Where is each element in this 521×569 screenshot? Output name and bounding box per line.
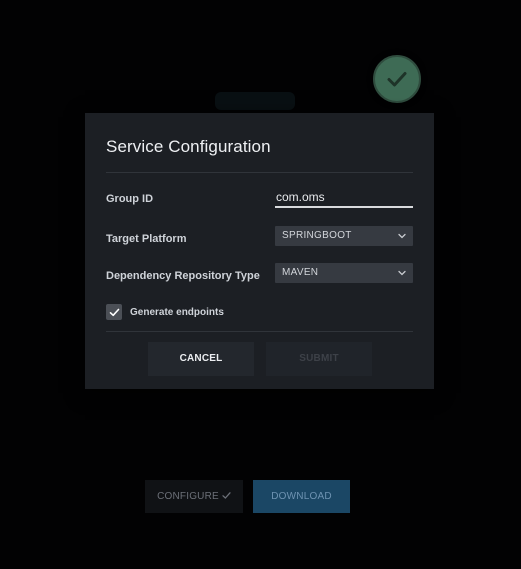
success-check-icon [373, 55, 421, 103]
configure-button[interactable]: CONFIGURE [145, 480, 243, 513]
download-button[interactable]: DOWNLOAD [253, 480, 350, 513]
background-highlight [215, 92, 295, 110]
screen: { "dialog": { "title": "Service Configur… [0, 0, 521, 569]
repo-type-value: MAVEN [282, 267, 319, 278]
dialog-title: Service Configuration [106, 137, 271, 156]
title-divider [106, 172, 413, 173]
check-icon [387, 72, 407, 87]
configure-label: CONFIGURE [157, 491, 219, 502]
check-icon [109, 308, 119, 316]
check-icon [222, 492, 231, 499]
generate-endpoints-option[interactable]: Generate endpoints [106, 304, 224, 320]
group-id-label: Group ID [106, 193, 154, 205]
generate-endpoints-checkbox[interactable] [106, 304, 122, 320]
generate-endpoints-label: Generate endpoints [130, 306, 224, 318]
actions-divider [106, 331, 413, 332]
chevron-down-icon [398, 270, 406, 276]
target-platform-value: SPRINGBOOT [282, 230, 352, 241]
chevron-down-icon [398, 233, 406, 239]
submit-button[interactable]: SUBMIT [266, 342, 372, 376]
repo-type-select[interactable]: MAVEN [275, 263, 413, 283]
service-configuration-dialog: Service Configuration Group ID Target Pl… [85, 113, 434, 389]
cancel-button[interactable]: CANCEL [148, 342, 254, 376]
group-id-input[interactable] [275, 188, 413, 208]
target-platform-select[interactable]: SPRINGBOOT [275, 226, 413, 246]
repo-type-label: Dependency Repository Type [106, 270, 260, 282]
target-platform-label: Target Platform [106, 233, 187, 245]
